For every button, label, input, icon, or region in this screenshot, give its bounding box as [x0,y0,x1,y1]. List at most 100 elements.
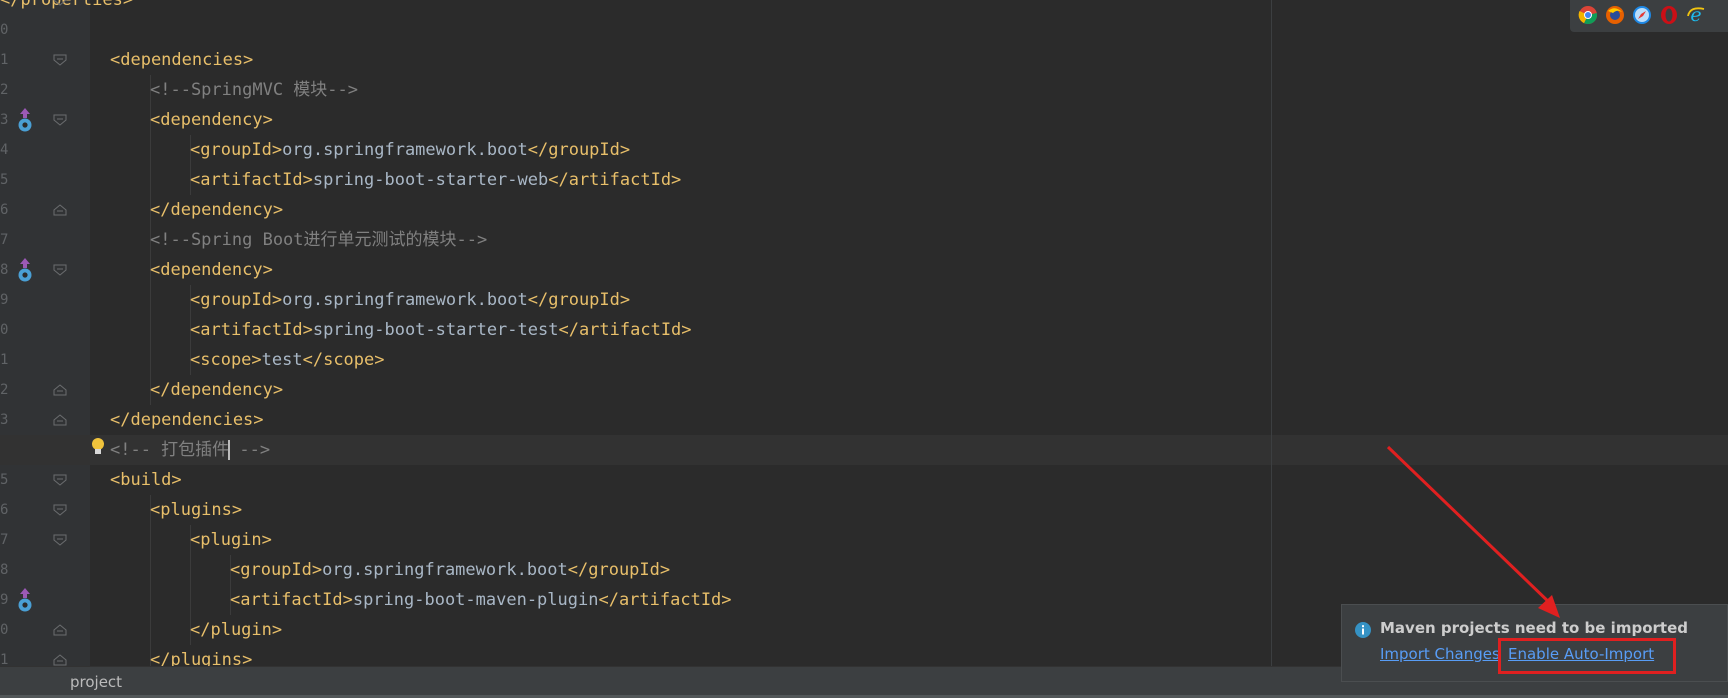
code-line[interactable] [0,15,1728,45]
xml-value: spring-boot-maven-plugin [352,590,599,610]
xml-tag: </groupId> [567,560,671,580]
xml-tag: <dependency> [150,260,273,280]
xml-value: spring-boot-starter-web [312,170,549,190]
code-line[interactable]: <dependency> [0,105,1728,135]
code-line[interactable]: <dependency> [0,255,1728,285]
xml-tag: <dependency> [150,110,273,130]
xml-value: org.springframework.boot [282,140,528,160]
xml-comment: --> [229,440,271,460]
code-line[interactable]: </dependency> [0,195,1728,225]
right-margin-guide [1271,0,1272,666]
fold-marker-icon[interactable] [53,384,67,396]
code-line[interactable]: <groupId>org.springframework.boot</group… [0,285,1728,315]
code-line-text: <groupId>org.springframework.boot</group… [190,135,630,165]
fold-marker-icon[interactable] [53,264,67,276]
code-line[interactable]: <groupId>org.springframework.boot</group… [0,555,1728,585]
maven-override-icon[interactable] [16,107,34,133]
notification-title: Maven projects need to be imported [1380,619,1688,637]
code-line[interactable]: <!--Spring Boot进行单元测试的模块--> [0,225,1728,255]
xml-tag: </dependencies> [110,410,264,430]
code-line[interactable]: <groupId>org.springframework.boot</group… [0,135,1728,165]
code-line-text: <artifactId>spring-boot-starter-test</ar… [190,315,692,345]
fold-marker-icon[interactable] [53,0,67,6]
xml-tag: </groupId> [527,290,631,310]
maven-override-icon[interactable] [16,587,34,613]
code-line[interactable]: <!--SpringMVC 模块--> [0,75,1728,105]
fold-marker-icon[interactable] [53,414,67,426]
xml-value: spring-boot-starter-test [312,320,559,340]
code-line-text: </dependency> [150,375,283,405]
fold-marker-icon[interactable] [53,474,67,486]
code-line[interactable]: </dependency> [0,375,1728,405]
xml-tag: <artifactId> [230,590,353,610]
fold-marker-icon[interactable] [53,654,67,666]
code-line[interactable]: <dependencies> [0,45,1728,75]
xml-tag: </artifactId> [548,170,682,190]
code-line[interactable]: <plugins> [0,495,1728,525]
code-line[interactable]: <artifactId>spring-boot-starter-test</ar… [0,315,1728,345]
intention-bulb-icon[interactable] [91,437,105,457]
xml-comment: <!-- 打包插件 [110,440,230,460]
code-line-text: <dependencies> [110,45,253,75]
xml-comment: <!--SpringMVC 模块--> [150,80,358,100]
ie-icon[interactable]: e [1686,5,1706,25]
xml-value: org.springframework.boot [322,560,568,580]
code-line-text: <groupId>org.springframework.boot</group… [190,285,630,315]
fold-marker-icon[interactable] [53,204,67,216]
code-line-text: </plugin> [190,615,282,645]
firefox-icon[interactable] [1605,5,1625,25]
xml-tag: <build> [110,470,182,490]
code-line[interactable]: </dependencies> [0,405,1728,435]
xml-tag: <groupId> [190,140,283,160]
fold-marker-icon[interactable] [53,504,67,516]
xml-tag: </plugin> [190,620,283,640]
code-line-text: <plugin> [190,525,272,555]
code-line-text: <!-- 打包插件 --> [110,435,270,465]
fold-marker-icon[interactable] [53,54,67,66]
code-line-text: </dependencies> [110,405,264,435]
xml-tag: <plugins> [150,500,243,520]
breadcrumb[interactable]: project [70,673,122,691]
fold-marker-icon[interactable] [53,534,67,546]
code-line-text: <dependency> [150,255,273,285]
xml-tag: </plugins> [150,650,253,666]
current-code-line[interactable]: <!-- 打包插件 --> [0,435,1728,465]
xml-tag: <groupId> [230,560,323,580]
code-line[interactable]: <build> [0,465,1728,495]
xml-comment: <!--Spring Boot进行单元测试的模块--> [150,230,488,250]
code-line-text: <build> [110,465,182,495]
xml-tag: </artifactId> [598,590,732,610]
code-line[interactable]: <plugin> [0,525,1728,555]
code-line[interactable]: <artifactId>spring-boot-starter-web</art… [0,165,1728,195]
xml-tag: <plugin> [190,530,272,550]
maven-override-icon[interactable] [16,257,34,283]
opera-icon[interactable] [1659,5,1679,25]
chrome-icon[interactable] [1578,5,1598,25]
xml-tag: <artifactId> [190,170,313,190]
xml-tag: </artifactId> [558,320,692,340]
code-line-text: <scope>test</scope> [190,345,385,375]
fold-marker-icon[interactable] [53,114,67,126]
annotation-highlight-box [1498,638,1676,674]
code-line-text: <!--Spring Boot进行单元测试的模块--> [150,225,487,255]
browser-preview-toolbar: e [1570,0,1728,32]
code-line-text: <groupId>org.springframework.boot</group… [230,555,670,585]
xml-value: test [261,350,303,370]
code-line[interactable]: <scope>test</scope> [0,345,1728,375]
info-icon [1355,622,1371,638]
xml-tag: </groupId> [527,140,631,160]
code-line-text: <plugins> [150,495,242,525]
xml-tag: </dependency> [150,200,284,220]
import-changes-link[interactable]: Import Changes [1380,645,1500,663]
safari-icon[interactable] [1632,5,1652,25]
fold-marker-icon[interactable] [53,624,67,636]
xml-value: org.springframework.boot [282,290,528,310]
xml-tag: <groupId> [190,290,283,310]
code-line-text: </dependency> [150,195,283,225]
code-line[interactable]: </properties> [0,0,1728,15]
code-line-text: <!--SpringMVC 模块--> [150,75,358,105]
code-line-text: </plugins> [150,645,252,666]
code-editor[interactable]: </properties> <dependencies> <!--SpringMVC… [0,0,1728,666]
xml-tag: <dependencies> [110,50,254,70]
code-line-text: <artifactId>spring-boot-starter-web</art… [190,165,681,195]
